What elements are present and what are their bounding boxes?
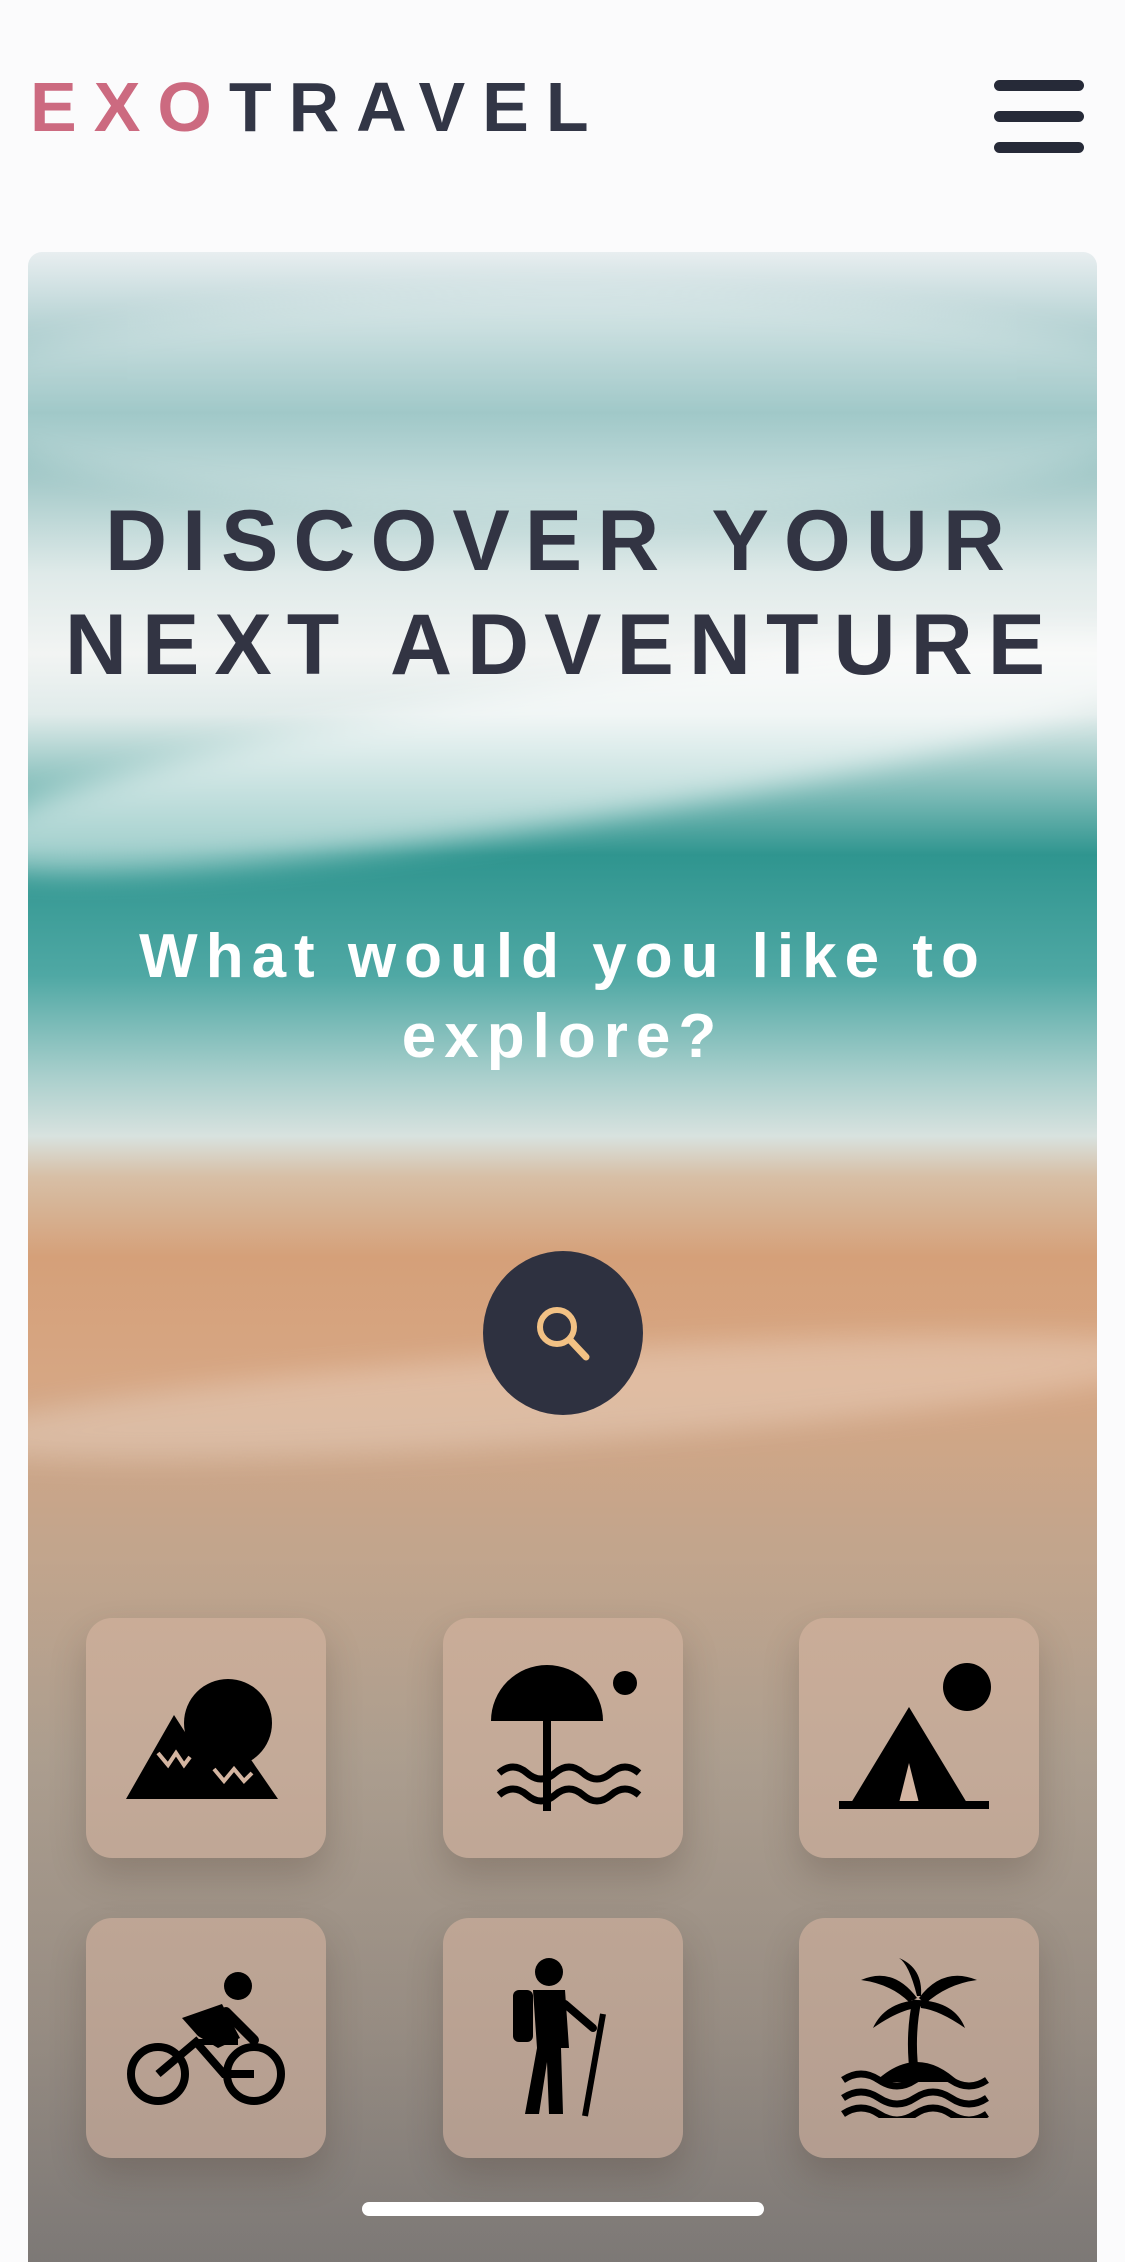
- category-tile-hiking[interactable]: [443, 1918, 683, 2158]
- camping-tent-icon: [839, 1663, 991, 1809]
- home-indicator[interactable]: [362, 2202, 764, 2216]
- beach-umbrella-icon: [491, 1665, 642, 1811]
- island-icon: [841, 1958, 989, 2118]
- menu-bar: [994, 111, 1084, 122]
- mountain-icon: [126, 1679, 278, 1799]
- hero-subtitle-line: explore?: [401, 1002, 725, 1071]
- hero-title: DISCOVER YOUR NEXT ADVENTURE: [28, 489, 1097, 697]
- app-header: EXOTRAVEL: [0, 0, 1125, 230]
- menu-bar: [994, 142, 1084, 153]
- cycling-icon: [127, 1972, 285, 2105]
- category-tile-mountain[interactable]: [86, 1618, 326, 1858]
- logo[interactable]: EXOTRAVEL: [30, 72, 606, 142]
- category-tile-cycling[interactable]: [86, 1918, 326, 2158]
- logo-main-text: TRAVEL: [228, 68, 606, 146]
- hamburger-icon[interactable]: [988, 72, 1090, 164]
- category-tile-beach[interactable]: [443, 1618, 683, 1858]
- hero-title-line: DISCOVER YOUR: [105, 493, 1020, 589]
- logo-accent-text: EXO: [30, 68, 229, 146]
- hero-subtitle: What would you like to explore?: [88, 917, 1038, 1077]
- hero-subtitle-line: What would you like to: [139, 922, 987, 991]
- search-button[interactable]: [483, 1251, 643, 1415]
- menu-bar: [994, 80, 1084, 91]
- category-tile-camping[interactable]: [799, 1618, 1039, 1858]
- hiking-icon: [513, 1958, 606, 2117]
- hero-banner: DISCOVER YOUR NEXT ADVENTURE What would …: [28, 252, 1097, 2262]
- search-icon: [537, 1307, 590, 1361]
- category-tile-island[interactable]: [799, 1918, 1039, 2158]
- surf-foam: [28, 292, 1097, 512]
- hero-title-line: NEXT ADVENTURE: [64, 597, 1061, 693]
